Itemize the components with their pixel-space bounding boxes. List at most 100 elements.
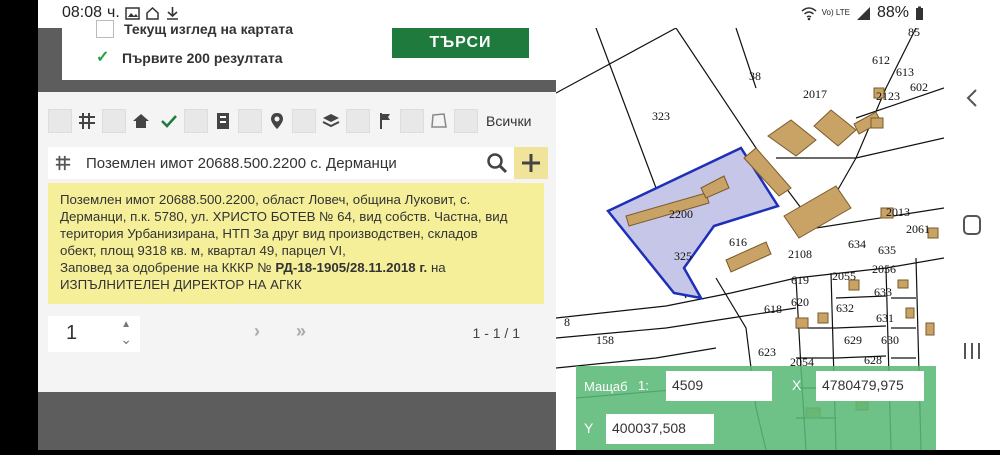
result-info-box: Поземлен имот 20688.500.2200, област Лов… xyxy=(48,183,544,304)
parcel-label: 38 xyxy=(749,69,761,83)
parcel-label: 632 xyxy=(836,301,854,315)
filter-checkbox-grid[interactable] xyxy=(48,109,72,133)
parcel-label: 631 xyxy=(876,311,894,325)
flag-icon[interactable] xyxy=(372,110,398,132)
order-number: РД-18-1905/28.11.2018 г. xyxy=(275,260,428,275)
info-line-3: територия Урбанизирана, НТП За друг вид … xyxy=(60,226,478,241)
signal-icon xyxy=(856,6,871,21)
all-label: Всички xyxy=(486,113,532,129)
parcel-label: 634 xyxy=(848,237,866,251)
parcel-label: 2200 xyxy=(669,207,693,221)
parcel-label: 623 xyxy=(758,345,776,359)
first-200-label: Първите 200 резултата xyxy=(122,50,283,66)
add-icon[interactable] xyxy=(514,147,548,179)
x-coordinate-input[interactable]: 4780479,975 xyxy=(816,371,924,401)
search-button[interactable]: ТЪРСИ xyxy=(392,28,529,58)
scale-prefix: 1: xyxy=(638,378,649,393)
result-item-bar[interactable]: Поземлен имот 20688.500.2200 с. Дерманци xyxy=(48,147,548,179)
parcel-label: 635 xyxy=(878,243,896,257)
order-prefix: Заповед за одобрение на КККР № xyxy=(60,260,272,275)
parcel-label: 612 xyxy=(872,53,890,67)
parcel-label: 8 xyxy=(564,315,570,329)
map-coordinates-panel: Мащаб 1: 4509 X 4780479,975 Y 400037,508 xyxy=(576,366,936,450)
results-panel: Всички Поземлен имот 20688.500.2200 с. Д… xyxy=(38,92,556,392)
page-select[interactable]: 1 ▲ ⌄ xyxy=(48,316,140,352)
result-title: Поземлен имот 20688.500.2200 с. Дерманци xyxy=(86,154,397,172)
parcel-label: 323 xyxy=(652,109,670,123)
filter-checkbox-polygon[interactable] xyxy=(400,109,424,133)
home-nav-icon[interactable] xyxy=(963,215,981,235)
parcel-label: 619 xyxy=(791,273,809,287)
next-page-icon[interactable]: › xyxy=(254,321,260,342)
filter-checkbox-layers[interactable] xyxy=(292,109,316,133)
grid-icon[interactable] xyxy=(74,110,100,132)
polygon-icon[interactable] xyxy=(426,110,452,132)
info-line-2: Дерманци, п.к. 5780, ул. ХРИСТО БОТЕВ № … xyxy=(60,209,508,224)
info-line-4: обект, площ 9318 кв. м, квартал 49, парц… xyxy=(60,243,346,258)
scale-input[interactable]: 4509 xyxy=(666,371,772,401)
parcel-label: 613 xyxy=(896,65,914,79)
checked-icon[interactable] xyxy=(156,110,182,132)
network-type: Vo) LTE xyxy=(821,8,850,17)
recents-icon[interactable] xyxy=(964,343,980,359)
search-panel: Текущ изглед на картата ✓ Първите 200 ре… xyxy=(38,20,557,450)
parcel-label: 628 xyxy=(864,353,882,367)
x-axis-label: X xyxy=(792,377,802,393)
search-options-card: Текущ изглед на картата ✓ Първите 200 ре… xyxy=(62,20,557,80)
parcel-label: 620 xyxy=(791,295,809,309)
page-number: 1 xyxy=(66,322,78,344)
info-line-6: ИЗПЪЛНИТЕЛЕН ДИРЕКТОР НА АГКК xyxy=(60,277,302,292)
info-line-5: Заповед за одобрение на КККР № РД-18-190… xyxy=(60,259,544,276)
parcel-label: 629 xyxy=(844,333,862,347)
parcel-label: 158 xyxy=(596,333,614,347)
layers-icon[interactable] xyxy=(318,110,344,132)
back-icon[interactable] xyxy=(966,89,977,107)
building-icon[interactable] xyxy=(210,110,236,132)
order-suffix: на xyxy=(430,260,446,275)
filter-checkbox-all[interactable] xyxy=(454,109,478,133)
wifi-icon xyxy=(801,6,817,21)
filter-checkbox-building[interactable] xyxy=(184,109,208,133)
current-view-label: Текущ изглед на картата xyxy=(124,21,294,37)
gallery-icon xyxy=(125,6,140,21)
scale-label: Мащаб xyxy=(584,379,628,394)
parcel-label: 2056 xyxy=(872,262,896,276)
parcel-label: 618 xyxy=(764,302,782,316)
parcel-label: 2123 xyxy=(876,89,900,103)
location-pin-icon[interactable] xyxy=(264,110,290,132)
y-axis-label: Y xyxy=(584,420,594,436)
filter-checkbox-flag[interactable] xyxy=(346,109,370,133)
battery-percent: 88% xyxy=(876,4,909,21)
y-coordinate-input[interactable]: 400037,508 xyxy=(606,414,714,444)
grid-icon xyxy=(50,152,76,174)
parcel-label: 2061 xyxy=(906,222,930,236)
first-200-option[interactable]: ✓ Първите 200 резултата xyxy=(96,50,283,67)
parcel-label: 2013 xyxy=(886,205,910,219)
filter-checkbox-location[interactable] xyxy=(238,109,262,133)
home-icon[interactable] xyxy=(128,110,154,132)
parcel-label: 325 xyxy=(674,249,692,263)
device-bezel-left xyxy=(0,0,38,450)
parcel-label: 2108 xyxy=(788,247,812,261)
parcel-label: 616 xyxy=(729,235,747,249)
current-view-option[interactable]: Текущ изглед на картата xyxy=(96,20,293,38)
android-nav-bar xyxy=(944,0,1000,450)
current-view-checkbox[interactable] xyxy=(96,20,114,38)
parcel-label: 633 xyxy=(874,285,892,299)
check-icon[interactable]: ✓ xyxy=(96,50,112,66)
parcel-label: 2055 xyxy=(832,269,856,283)
last-page-icon[interactable]: » xyxy=(296,321,306,342)
parcel-label: 85 xyxy=(908,28,920,39)
pager: 1 ▲ ⌄ › » 1 - 1 / 1 xyxy=(48,316,548,352)
filter-toolbar: Всички xyxy=(48,109,531,133)
parcel-label: 602 xyxy=(910,80,928,94)
download-icon xyxy=(165,6,180,21)
page-spinner-icon[interactable]: ▲ ⌄ xyxy=(120,318,132,349)
info-line-1: Поземлен имот 20688.500.2200, област Лов… xyxy=(60,192,471,207)
parcel-label: 2017 xyxy=(803,87,827,101)
battery-icon xyxy=(915,6,930,21)
home-status-icon xyxy=(145,6,160,21)
zoom-to-search-icon[interactable] xyxy=(480,147,514,179)
filter-checkbox-home[interactable] xyxy=(102,109,126,133)
result-count: 1 - 1 / 1 xyxy=(472,325,520,341)
